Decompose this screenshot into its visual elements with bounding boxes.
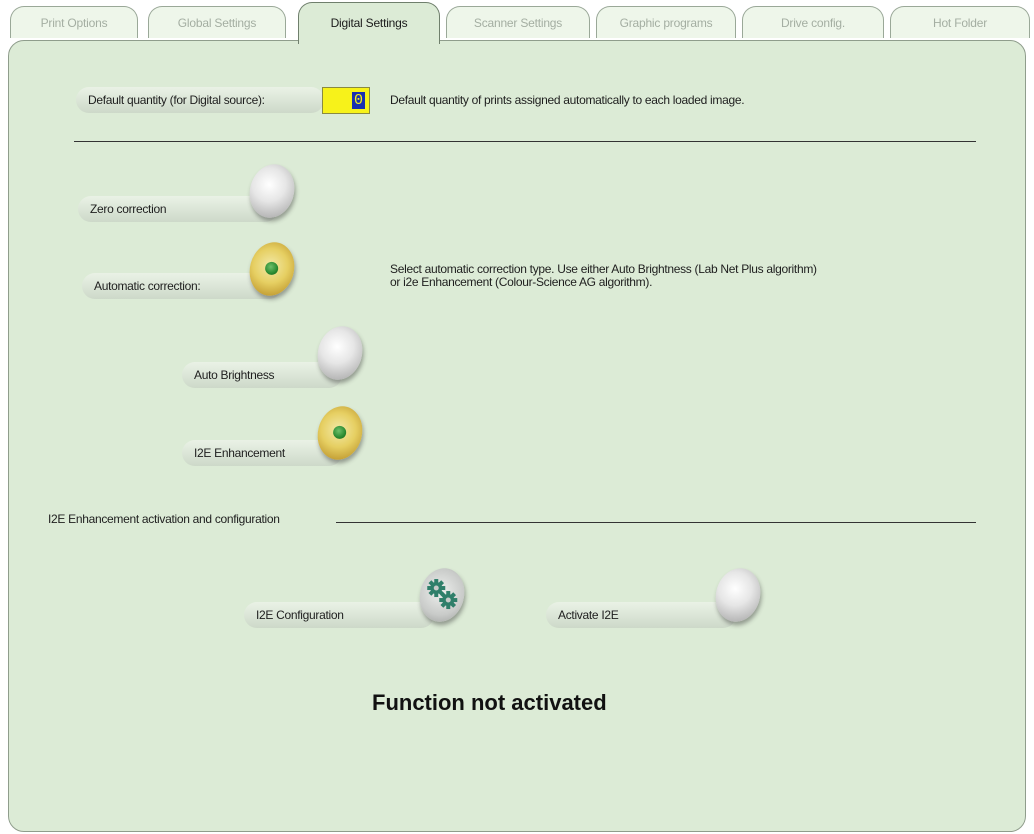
default-quantity-label: Default quantity (for Digital source): (76, 87, 324, 113)
tab-digital-settings[interactable]: Digital Settings (298, 2, 440, 44)
automatic-correction-description-line1: Select automatic correction type. Use ei… (390, 262, 817, 276)
i2e-section-title: I2E Enhancement activation and configura… (48, 512, 280, 526)
tab-graphic-programs[interactable]: Graphic programs (596, 6, 736, 38)
divider-section (336, 522, 976, 523)
auto-brightness-label: Auto Brightness (182, 362, 342, 388)
default-quantity-description: Default quantity of prints assigned auto… (390, 93, 745, 107)
tab-scanner-settings[interactable]: Scanner Settings (446, 6, 590, 38)
default-quantity-input[interactable]: 0 (322, 87, 370, 114)
tab-bar: Print Options Global Settings Digital Se… (0, 0, 1034, 44)
function-status-text: Function not activated (372, 690, 607, 715)
automatic-correction-description-line2: or i2e Enhancement (Colour-Science AG al… (390, 275, 653, 289)
i2e-configuration-label: I2E Configuration (244, 602, 434, 628)
divider-top (74, 141, 976, 142)
activate-i2e-label: Activate I2E (546, 602, 736, 628)
tab-print-options[interactable]: Print Options (10, 6, 138, 38)
tab-global-settings[interactable]: Global Settings (148, 6, 286, 38)
tab-drive-config[interactable]: Drive config. (742, 6, 884, 38)
gears-icon (427, 579, 458, 610)
zero-correction-label: Zero correction (78, 196, 278, 222)
tab-hot-folder[interactable]: Hot Folder (890, 6, 1030, 38)
